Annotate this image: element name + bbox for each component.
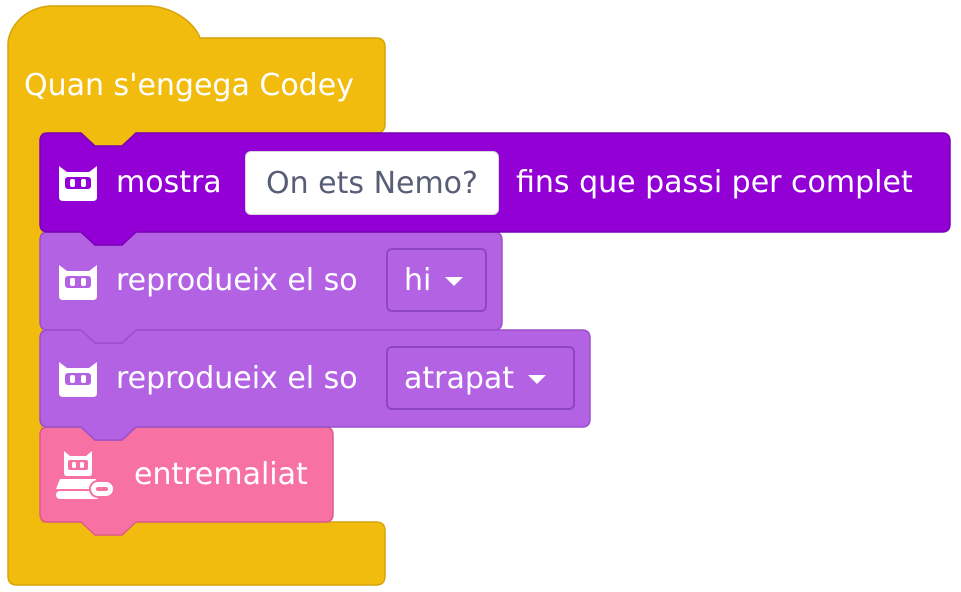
- sound-block-2-label: reprodueix el so: [116, 361, 358, 396]
- codey-robot-icon: [59, 362, 97, 397]
- sound-1-dropdown[interactable]: hi: [386, 248, 487, 312]
- show-text-value: On ets Nemo?: [266, 165, 478, 201]
- codey-robot-icon: [59, 265, 97, 300]
- emotion-block-label: entremaliat: [134, 457, 308, 492]
- show-text-input[interactable]: On ets Nemo?: [245, 151, 499, 215]
- chevron-down-icon: [445, 276, 464, 286]
- sound-2-dropdown-value: atrapat: [404, 360, 515, 396]
- show-block-label-suffix: fins que passi per complet: [516, 165, 913, 200]
- script-canvas: Quan s'engega Codey mostra On ets Nemo? …: [0, 0, 961, 592]
- hat-block-label: Quan s'engega Codey: [24, 68, 354, 103]
- codey-robot-icon: [59, 166, 97, 201]
- show-block-label-prefix: mostra: [116, 165, 222, 200]
- sound-1-dropdown-value: hi: [404, 262, 432, 298]
- sound-block-1-label: reprodueix el so: [116, 263, 358, 298]
- sound-2-dropdown[interactable]: atrapat: [386, 346, 575, 410]
- codey-rocky-icon: [56, 451, 115, 499]
- chevron-down-icon: [528, 374, 547, 384]
